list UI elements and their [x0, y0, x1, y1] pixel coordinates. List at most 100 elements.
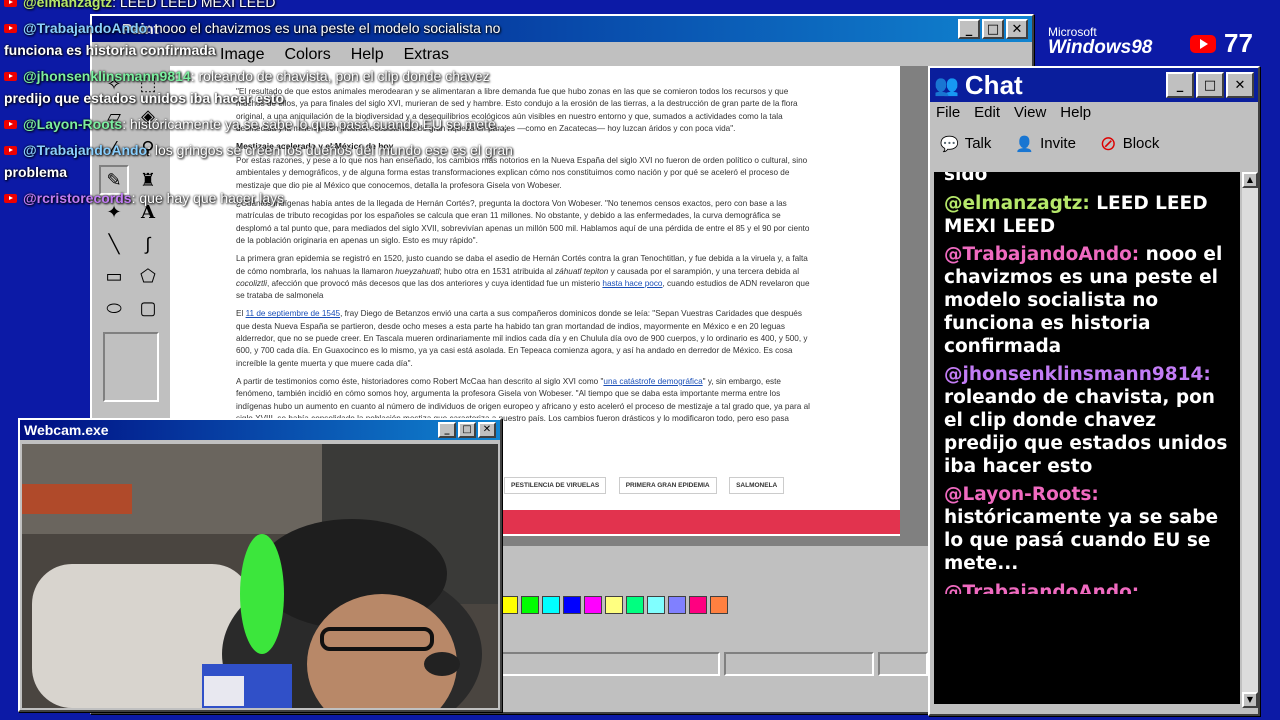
maximize-button[interactable]: □ — [1196, 72, 1224, 98]
article-paragraph: La primera gran epidemia se registró en … — [236, 254, 810, 301]
overlay-text: predijo que estados unidos iba hacer est… — [4, 90, 285, 106]
viewer-count-number: 77 — [1224, 28, 1253, 58]
scroll-up-button[interactable]: ▲ — [1242, 172, 1258, 188]
curve-icon[interactable]: ∫ — [133, 229, 163, 259]
close-button[interactable]: ✕ — [1006, 19, 1028, 39]
color-swatch[interactable] — [521, 596, 539, 614]
scroll-down-button[interactable]: ▼ — [1242, 692, 1258, 708]
chat-scrollbar[interactable]: ▲ ▼ — [1242, 172, 1258, 708]
color-swatch[interactable] — [710, 596, 728, 614]
article-tags: PESTILENCIA DE VIRUELAS PRIMERA GRAN EPI… — [504, 474, 792, 494]
chat-toolbar: 💬 Talk 👤 Invite ⊘ Block — [930, 123, 1258, 164]
chat-message: @Layon-Roots: históricamente ya se sabe … — [944, 484, 1230, 575]
webcam-scene — [22, 444, 498, 708]
chat-titlebar[interactable]: 👥 Chat _ □ ✕ — [930, 68, 1258, 102]
paint-statusbar — [500, 652, 930, 678]
webcam-title: Webcam.exe — [24, 422, 109, 438]
windows98-text: Windows98 — [1048, 37, 1153, 58]
color-swatch[interactable] — [668, 596, 686, 614]
tag-button[interactable]: SALMONELA — [729, 477, 785, 494]
youtube-icon — [4, 24, 17, 33]
chat-title: Chat — [964, 69, 1023, 100]
menu-image[interactable]: Image — [210, 46, 274, 64]
rounded-rect-icon[interactable]: ▢ — [133, 293, 163, 323]
chat-log[interactable]: sido @elmanzagtz: LEED LEED MEXI LEED @Tr… — [934, 172, 1240, 704]
overlay-text: : que hay que hacer lays — [131, 190, 285, 206]
minimize-button[interactable]: _ — [1166, 72, 1194, 98]
minimize-button[interactable]: _ — [958, 19, 980, 39]
color-swatch[interactable] — [626, 596, 644, 614]
overlay-text: : LEED LEED MEXI LEED — [112, 0, 276, 10]
menu-colors[interactable]: Colors — [274, 46, 340, 64]
overlay-chat-line: funciona es historia confirmada — [4, 42, 216, 58]
tag-button[interactable]: PRIMERA GRAN EPIDEMIA — [618, 477, 717, 494]
color-swatch[interactable] — [689, 596, 707, 614]
overlay-chat-line: predijo que estados unidos iba hacer est… — [4, 90, 284, 106]
paint-menubar: Image Colors Help Extras — [92, 42, 1032, 68]
close-button[interactable]: ✕ — [478, 422, 496, 438]
status-cell — [500, 652, 720, 676]
minimize-button[interactable]: _ — [438, 422, 456, 438]
chat-username[interactable]: @Layon-Roots: — [944, 484, 1099, 505]
article-link[interactable]: una catástrofe demográfica — [603, 377, 702, 386]
overlay-text: problema — [4, 164, 68, 180]
overlay-username: @elmanzagtz — [23, 0, 113, 10]
menu-view[interactable]: View — [1014, 104, 1046, 121]
overlay-text: : los gringos se creen los dueños del mu… — [147, 142, 513, 158]
youtube-icon — [1190, 34, 1216, 53]
menu-help[interactable]: Help — [341, 46, 394, 64]
color-swatch[interactable] — [584, 596, 602, 614]
invite-button[interactable]: 👤 Invite — [1015, 131, 1076, 156]
maximize-button[interactable]: □ — [982, 19, 1004, 39]
overlay-chat-line: @TrabajandoAndo: los gringos se creen lo… — [4, 142, 513, 158]
color-swatch[interactable] — [647, 596, 665, 614]
chat-username[interactable]: @TrabajandoAndo: — [944, 244, 1146, 265]
status-cell — [724, 652, 874, 676]
webcam-window: Webcam.exe _ □ ✕ — [18, 418, 502, 712]
article-paragraph: El 11 de septiembre de 1545, fray Diego … — [236, 309, 808, 368]
windows98-logo: Microsoft Windows98 — [1048, 24, 1153, 58]
color-swatch[interactable] — [500, 596, 518, 614]
chat-username[interactable]: @elmanzagtz: — [944, 193, 1096, 214]
tag-button[interactable]: PESTILENCIA DE VIRUELAS — [504, 477, 607, 494]
menu-extras[interactable]: Extras — [394, 46, 459, 64]
youtube-icon — [4, 120, 17, 129]
webcam-titlebar[interactable]: Webcam.exe _ □ ✕ — [20, 420, 500, 440]
overlay-text: : nooo el chavizmos es una peste el mode… — [147, 20, 501, 36]
overlay-text: : roleando de chavista, pon el clip dond… — [190, 68, 490, 84]
talk-button[interactable]: 💬 Talk — [940, 131, 991, 156]
close-button[interactable]: ✕ — [1226, 72, 1254, 98]
chat-message: @elmanzagtz: LEED LEED MEXI LEED — [944, 193, 1230, 239]
menu-file[interactable]: File — [936, 104, 960, 121]
color-swatch[interactable] — [605, 596, 623, 614]
menu-edit[interactable]: Edit — [974, 104, 1000, 121]
overlay-chat-line: @jhonsenklinsmann9814: roleando de chavi… — [4, 68, 490, 84]
article-link[interactable]: 11 de septiembre de 1545 — [246, 309, 341, 318]
viewer-count: 77 — [1190, 28, 1253, 59]
color-swatch[interactable] — [542, 596, 560, 614]
maximize-button[interactable]: □ — [458, 422, 476, 438]
ellipse-icon[interactable]: ⬭ — [99, 293, 129, 323]
overlay-username: @jhonsenklinsmann9814 — [23, 68, 191, 84]
overlay-text: funciona es historia confirmada — [4, 42, 216, 58]
talk-icon: 💬 — [940, 135, 959, 153]
menu-help[interactable]: Help — [1060, 104, 1091, 121]
article-link[interactable]: hasta hace poco — [602, 279, 662, 288]
chat-people-icon: 👥 — [934, 74, 959, 97]
youtube-icon — [4, 146, 17, 155]
block-button[interactable]: ⊘ Block — [1100, 131, 1159, 156]
line-icon[interactable]: ╲ — [99, 229, 129, 259]
rectangle-icon[interactable]: ▭ — [99, 261, 129, 291]
tool-options[interactable] — [103, 332, 159, 402]
color-swatch[interactable] — [563, 596, 581, 614]
chat-message: @TrabajandoAndo: nooo el chavizmos es un… — [944, 244, 1230, 358]
block-icon: ⊘ — [1099, 133, 1117, 155]
youtube-icon — [4, 194, 17, 203]
chat-message: @jhonsenklinsmann9814: roleando de chavi… — [944, 364, 1230, 478]
color-palette — [500, 596, 740, 620]
youtube-icon — [4, 72, 17, 81]
webcam-feed — [22, 444, 498, 708]
polygon-icon[interactable]: ⬠ — [133, 261, 163, 291]
overlay-chat-line: @TrabajandoAndo: nooo el chavizmos es un… — [4, 20, 500, 36]
chat-username[interactable]: @jhonsenklinsmann9814: — [944, 364, 1211, 385]
